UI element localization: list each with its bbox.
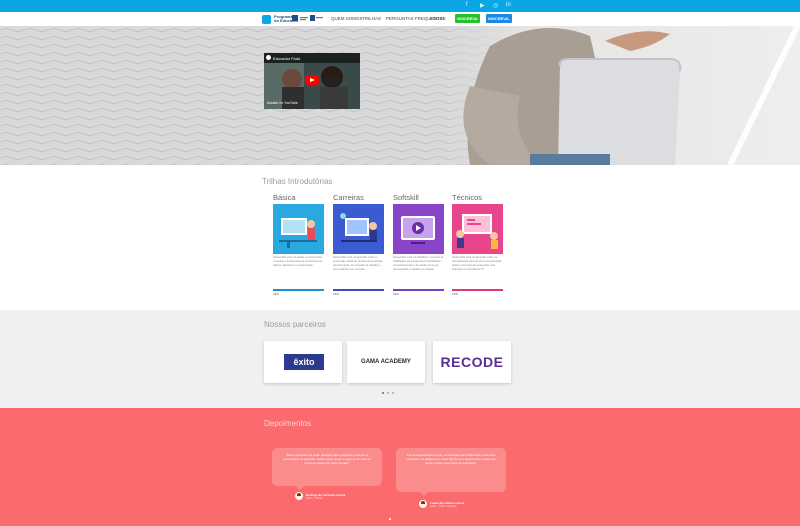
track-illustration-tecnicos — [452, 204, 503, 254]
partner-logo-gama: GAMA ACADEMY — [361, 359, 411, 365]
partner-card-exito[interactable]: êxito — [264, 341, 342, 383]
partner-card-recode[interactable]: RECODE — [433, 341, 511, 383]
track-name: Básica — [273, 193, 296, 202]
author-name: Lucas dos Santos Alves — [430, 500, 465, 505]
author-role: Aluno - Trilhas — [306, 496, 323, 500]
track-name: Carreiras — [333, 193, 364, 202]
parceiros-title: Nossos parceiros — [264, 320, 326, 329]
track-card-tecnicos[interactable]: Técnicos Nesta trilha você vai aprender … — [452, 193, 504, 296]
top-social-bar: f ▶ ◎ in — [0, 0, 800, 12]
video-title: Educador Fluid — [273, 56, 300, 61]
author-role: Aluno - Trilha Carreiras — [430, 504, 457, 508]
track-illustration-carreiras — [333, 204, 384, 254]
carousel-dot[interactable] — [387, 392, 389, 394]
carousel-dot[interactable] — [389, 518, 391, 520]
hero-banner: Educador Fluid Assistir no YouTube — [0, 26, 800, 165]
main-navbar: Programa do Educador QUEM SOMOS TRILHAS … — [0, 12, 800, 30]
track-card-basica[interactable]: Básica Nesta trilha você vai ajudar a co… — [273, 193, 325, 296]
track-illustration-basica — [273, 204, 324, 254]
cta-primary-button[interactable]: INSCREVA — [455, 14, 480, 23]
avatar — [419, 500, 427, 508]
nav-login[interactable]: LOGIN — [430, 16, 444, 21]
track-progress-bar — [273, 289, 324, 291]
play-button-icon[interactable] — [305, 75, 319, 85]
carousel-dot[interactable] — [392, 392, 394, 394]
avatar — [295, 492, 303, 500]
track-card-softskill[interactable]: Softskill Nesta trilha você vai trabalha… — [393, 193, 445, 296]
carousel-dots — [382, 392, 394, 394]
partner-logo-recode: RECODE — [440, 354, 504, 370]
carousel-dot[interactable] — [382, 392, 384, 394]
instagram-icon[interactable]: ◎ — [493, 2, 498, 9]
partner-logo-exito: êxito — [284, 354, 324, 370]
facebook-icon[interactable]: f — [466, 2, 468, 8]
track-link[interactable]: VER — [452, 292, 504, 296]
track-progress-bar — [452, 289, 503, 291]
track-description: Nesta trilha você vai aprender sobre as … — [452, 256, 503, 271]
hero-photo-student — [430, 26, 800, 165]
linkedin-icon[interactable]: in — [506, 2, 511, 8]
track-description: Nesta trilha você vai trabalhar o conjun… — [393, 256, 444, 271]
track-illustration-softskill — [393, 204, 444, 254]
nav-trilhas[interactable]: TRILHAS — [362, 16, 381, 21]
track-description: Nesta trilha você vai aprender sobre a c… — [333, 256, 383, 271]
partner-card-gama[interactable]: GAMA ACADEMY — [347, 341, 425, 383]
video-player[interactable]: Educador Fluid Assistir no YouTube — [264, 53, 360, 109]
testimonial-author-1: Rodrigo de Carvalho Souza Aluno - Trilha… — [295, 492, 345, 500]
author-name: Rodrigo de Carvalho Souza — [306, 492, 346, 497]
testimonial-quote-1: "Estou muito feliz em poder participar d… — [272, 448, 382, 490]
youtube-icon[interactable]: ▶ — [480, 2, 485, 9]
track-link[interactable]: VER — [393, 292, 445, 296]
channel-avatar-icon — [266, 55, 271, 60]
track-link[interactable]: VER — [273, 292, 325, 296]
nav-quem-somos[interactable]: QUEM SOMOS — [331, 16, 363, 21]
trilhas-title: Trilhas Introdutórias — [262, 177, 333, 186]
track-link[interactable]: VER — [333, 292, 385, 296]
testimonial-author-2: Lucas dos Santos Alves Aluno - Trilha Ca… — [419, 500, 464, 508]
depoimentos-title: Depoimentos — [264, 419, 312, 428]
track-name: Técnicos — [452, 193, 483, 202]
track-progress-bar — [393, 289, 444, 291]
track-progress-bar — [333, 289, 384, 291]
cta-secondary-button[interactable]: INSCREVA-SE — [486, 14, 512, 30]
track-card-carreiras[interactable]: Carreiras Nesta trilha você vai aprender… — [333, 193, 385, 296]
track-description: Nesta trilha você vai ajudar a compreend… — [273, 256, 323, 267]
track-name: Softskill — [393, 193, 419, 202]
brand-mark-icon — [262, 14, 271, 24]
testimonial-quote-2: "Foi uma experiência incrível, os conteú… — [396, 448, 506, 496]
government-logos-icon — [292, 15, 323, 21]
youtube-watch-link[interactable]: Assistir no YouTube — [267, 101, 298, 105]
